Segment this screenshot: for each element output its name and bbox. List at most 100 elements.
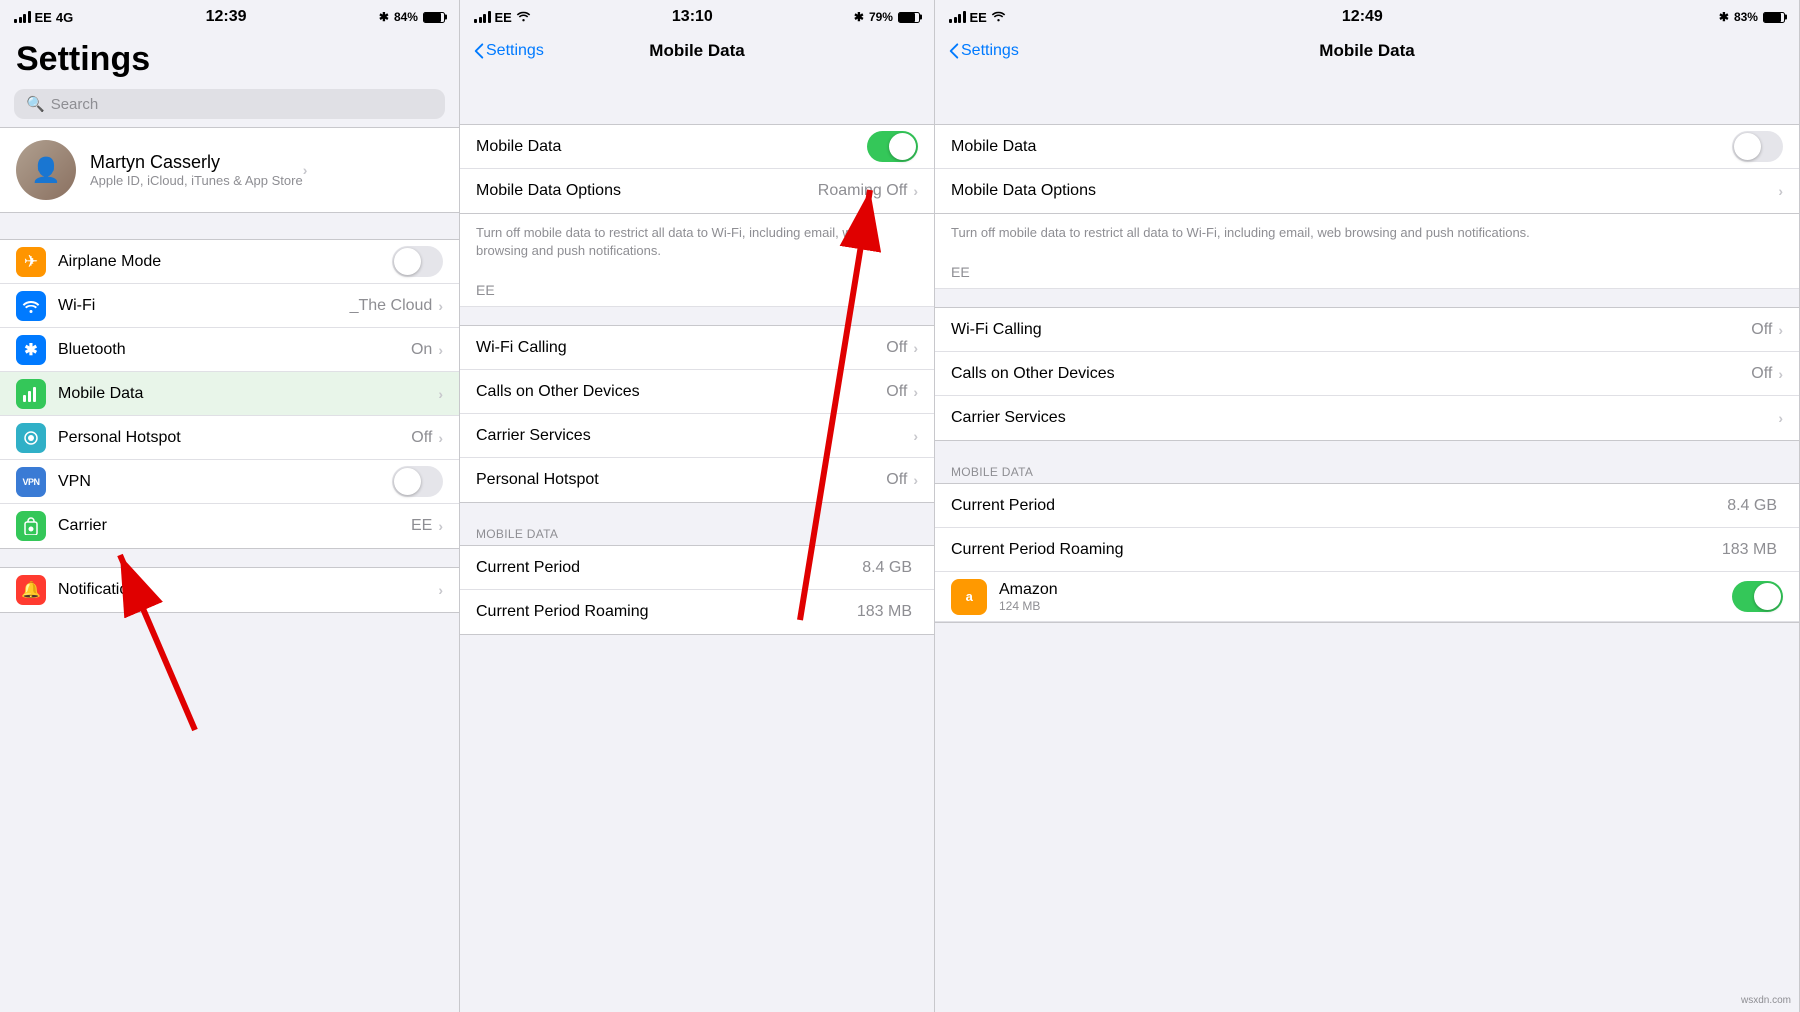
list-item-wifi[interactable]: Wi-Fi _The Cloud › xyxy=(0,284,459,328)
battery-pct-1: 84% xyxy=(394,10,418,24)
nav-title-3: Mobile Data xyxy=(1319,41,1414,61)
wifi-2 xyxy=(516,10,531,25)
list-item-carrier-services-2[interactable]: Carrier Services › xyxy=(460,414,934,458)
airplane-icon: ✈ xyxy=(16,247,46,277)
mobile-data-toggle-3[interactable] xyxy=(1732,131,1783,162)
separator-p3-1 xyxy=(935,289,1799,307)
status-left-3: EE xyxy=(949,10,1006,25)
list-item-carrier-services-3[interactable]: Carrier Services › xyxy=(935,396,1799,440)
list-item-current-period-2[interactable]: Current Period 8.4 GB xyxy=(460,546,934,590)
carrier-2: EE xyxy=(495,10,512,25)
avatar-image: 👤 xyxy=(16,140,76,200)
list-item-carrier[interactable]: Carrier EE › xyxy=(0,504,459,548)
list-item-calls-other-2[interactable]: Calls on Other Devices Off › xyxy=(460,370,934,414)
mobile-data-label: Mobile Data xyxy=(58,385,438,403)
watermark: wsxdn.com xyxy=(1741,995,1791,1006)
list-item-airplane[interactable]: ✈ Airplane Mode xyxy=(0,240,459,284)
list-item-calls-other-3[interactable]: Calls on Other Devices Off › xyxy=(935,352,1799,396)
list-item-wifi-calling-2[interactable]: Wi-Fi Calling Off › xyxy=(460,326,934,370)
current-period-value-2: 8.4 GB xyxy=(862,559,912,577)
mobile-data-usage-group-2: Current Period 8.4 GB Current Period Roa… xyxy=(460,545,934,635)
bt-icon-2: ✱ xyxy=(854,10,864,24)
carrier-label-row-3: EE xyxy=(935,256,1799,289)
gray-block-2 xyxy=(460,74,934,124)
list-item-current-period-roaming-2[interactable]: Current Period Roaming 183 MB xyxy=(460,590,934,634)
personal-hotspot-value-2: Off xyxy=(886,471,907,489)
separator-p2-2 xyxy=(460,503,934,521)
mobile-data-toggle-thumb-3 xyxy=(1734,133,1761,160)
mobile-data-toggle-2[interactable] xyxy=(867,131,918,162)
carrier-3: EE xyxy=(970,10,987,25)
nav-bar-3: Settings Mobile Data xyxy=(935,32,1799,74)
list-item-current-period-roaming-3[interactable]: Current Period Roaming 183 MB xyxy=(935,528,1799,572)
list-item-personal-hotspot-2[interactable]: Personal Hotspot Off › xyxy=(460,458,934,502)
carrier-icon xyxy=(16,511,46,541)
large-title-settings: Settings xyxy=(0,32,459,85)
list-item-wifi-calling-3[interactable]: Wi-Fi Calling Off › xyxy=(935,308,1799,352)
bluetooth-icon: ✱ xyxy=(16,335,46,365)
list-item-mobile-data[interactable]: Mobile Data › xyxy=(0,372,459,416)
list-item-mobile-data-3[interactable]: Mobile Data xyxy=(935,125,1799,169)
separator-p2-1 xyxy=(460,307,934,325)
list-item-current-period-3[interactable]: Current Period 8.4 GB xyxy=(935,484,1799,528)
calls-other-value-3: Off xyxy=(1751,365,1772,383)
mobile-data-options-label-2: Mobile Data Options xyxy=(476,182,818,200)
avatar: 👤 xyxy=(16,140,76,200)
nav-bar-2: Settings Mobile Data xyxy=(460,32,934,74)
airplane-toggle[interactable] xyxy=(392,246,443,277)
battery-pct-3: 83% xyxy=(1734,10,1758,24)
separator-p3-2 xyxy=(935,441,1799,459)
list-item-vpn[interactable]: VPN VPN xyxy=(0,460,459,504)
separator-1 xyxy=(0,221,459,239)
amazon-size: 124 MB xyxy=(999,599,1732,613)
status-bar-2: EE 13:10 ✱ 79% xyxy=(460,0,934,32)
carrier-services-label-2: Carrier Services xyxy=(476,427,913,445)
carrier-value: EE xyxy=(411,517,432,535)
bluetooth-chevron: › xyxy=(438,342,443,358)
user-subtitle: Apple ID, iCloud, iTunes & App Store xyxy=(90,173,303,188)
list-item-mobile-data-2[interactable]: Mobile Data xyxy=(460,125,934,169)
amazon-toggle[interactable] xyxy=(1732,581,1783,612)
app-row-amazon[interactable]: a Amazon 124 MB xyxy=(935,572,1799,622)
notifications-label: Notifications xyxy=(58,581,438,599)
vpn-toggle[interactable] xyxy=(392,466,443,497)
wifi-calling-value-3: Off xyxy=(1751,321,1772,339)
wifi-label: Wi-Fi xyxy=(58,297,350,315)
nav-back-2[interactable]: Settings xyxy=(474,42,544,60)
signal-bars-1 xyxy=(14,11,31,23)
list-item-notifications[interactable]: 🔔 Notifications › xyxy=(0,568,459,612)
search-bar[interactable]: 🔍 Search xyxy=(14,89,445,119)
settings-group-2: 🔔 Notifications › xyxy=(0,567,459,613)
nav-back-3[interactable]: Settings xyxy=(949,42,1019,60)
status-bar-1: EE 4G 12:39 ✱ 84% xyxy=(0,0,459,32)
amazon-info: Amazon 124 MB xyxy=(999,581,1732,613)
carrier-services-chevron-2: › xyxy=(913,428,918,444)
personal-hotspot-chevron-2: › xyxy=(913,472,918,488)
list-item-mobile-data-options-2[interactable]: Mobile Data Options Roaming Off › xyxy=(460,169,934,213)
mobile-data-group-3a: Mobile Data Mobile Data Options › xyxy=(935,124,1799,214)
user-profile[interactable]: 👤 Martyn Casserly Apple ID, iCloud, iTun… xyxy=(0,127,459,213)
airplane-label: Airplane Mode xyxy=(58,253,392,271)
nav-title-2: Mobile Data xyxy=(649,41,744,61)
vpn-label: VPN xyxy=(58,473,392,491)
hotspot-value: Off xyxy=(411,429,432,447)
mobile-data-group-2: Wi-Fi Calling Off › Calls on Other Devic… xyxy=(460,325,934,503)
wifi-3 xyxy=(991,10,1006,25)
list-item-hotspot[interactable]: Personal Hotspot Off › xyxy=(0,416,459,460)
mobile-data-label-3: Mobile Data xyxy=(951,138,1732,156)
mobile-data-scroll-2: Mobile Data Mobile Data Options Roaming … xyxy=(460,124,934,1012)
mobile-data-toggle-thumb-2 xyxy=(889,133,916,160)
mobile-data-section-header-2: MOBILE DATA xyxy=(460,521,934,545)
list-item-bluetooth[interactable]: ✱ Bluetooth On › xyxy=(0,328,459,372)
wifi-calling-chevron-2: › xyxy=(913,340,918,356)
bt-icon-1: ✱ xyxy=(379,10,389,24)
panel-mobile-data-on: EE 13:10 ✱ 79% Setting xyxy=(460,0,935,1012)
search-icon: 🔍 xyxy=(26,95,45,113)
signal-bars-3 xyxy=(949,11,966,23)
carrier-services-label-3: Carrier Services xyxy=(951,409,1778,427)
hotspot-icon xyxy=(16,423,46,453)
wifi-calling-value-2: Off xyxy=(886,339,907,357)
list-item-mobile-data-options-3[interactable]: Mobile Data Options › xyxy=(935,169,1799,213)
mobile-data-group-1: Mobile Data Mobile Data Options Roaming … xyxy=(460,124,934,214)
hotspot-chevron: › xyxy=(438,430,443,446)
